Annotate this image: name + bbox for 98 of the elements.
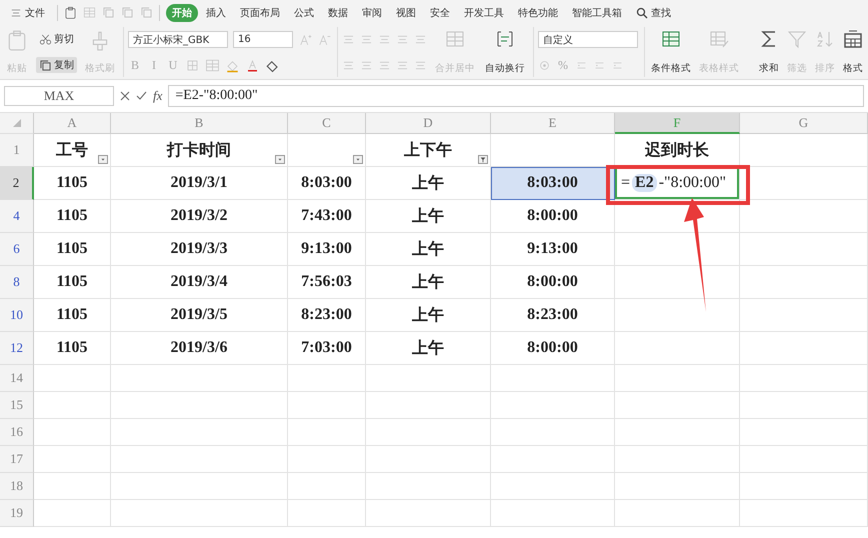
table-cell: 2019/3/1 bbox=[111, 167, 288, 200]
ribbon-tab[interactable]: 智能工具箱 bbox=[566, 4, 628, 22]
table-cell: 8:00:00 bbox=[491, 266, 615, 299]
ribbon-tab[interactable]: 开始 bbox=[166, 4, 198, 22]
table-cell: 8:00:00 bbox=[491, 200, 615, 233]
menu-icon[interactable] bbox=[10, 6, 22, 18]
row-header[interactable]: 2 bbox=[0, 167, 34, 200]
header-label: 迟到时长 bbox=[645, 140, 709, 160]
table-cell: 2019/3/2 bbox=[111, 200, 288, 233]
border-icon[interactable] bbox=[185, 58, 200, 73]
ribbon-tab[interactable]: 审阅 bbox=[356, 4, 388, 22]
ribbon-tab[interactable]: 安全 bbox=[424, 4, 456, 22]
scissors-icon[interactable] bbox=[39, 32, 52, 46]
row-header[interactable]: 12 bbox=[0, 332, 34, 365]
select-all-icon[interactable] bbox=[12, 119, 20, 127]
ribbon-tab[interactable]: 视图 bbox=[390, 4, 422, 22]
table-cell: 2019/3/3 bbox=[111, 233, 288, 266]
cancel-icon[interactable] bbox=[120, 91, 130, 101]
header-label: 工号 bbox=[56, 140, 88, 160]
copy-icon[interactable] bbox=[39, 58, 52, 72]
table-cell: 9:13:00 bbox=[491, 233, 615, 266]
conditional-button[interactable]: 条件格式 bbox=[649, 27, 693, 77]
table-cell: 8:00:00 bbox=[491, 332, 615, 365]
format-icon[interactable] bbox=[843, 29, 863, 49]
table-cell: 8:23:00 bbox=[491, 299, 615, 332]
table-cell: 2019/3/4 bbox=[111, 266, 288, 299]
row-header[interactable]: 17 bbox=[0, 446, 34, 473]
conditional-icon[interactable] bbox=[661, 29, 681, 49]
row-header[interactable]: 14 bbox=[0, 365, 34, 392]
table-cell: 上午 bbox=[366, 200, 491, 233]
row-header[interactable]: 6 bbox=[0, 233, 34, 266]
ribbon-tab[interactable]: 开发工具 bbox=[458, 4, 510, 22]
column-header[interactable]: E bbox=[491, 113, 615, 134]
row-header[interactable]: 1 bbox=[0, 134, 34, 167]
wrap-text-button[interactable]: 自动换行 bbox=[483, 27, 527, 77]
table-cell: 1105 bbox=[34, 200, 111, 233]
wrap-icon[interactable] bbox=[495, 29, 515, 49]
column-header[interactable]: D bbox=[366, 113, 491, 134]
table-cell: 7:43:00 bbox=[288, 200, 366, 233]
formula-field[interactable]: =E2-"8:00:00" bbox=[168, 85, 864, 107]
filter-dropdown-icon[interactable] bbox=[98, 155, 108, 164]
table-cell: 上午 bbox=[366, 299, 491, 332]
format-button[interactable]: 格式 bbox=[841, 27, 865, 77]
column-header[interactable]: B bbox=[111, 113, 288, 134]
column-header[interactable]: C bbox=[288, 113, 366, 134]
file-menu[interactable]: 文件 bbox=[4, 4, 51, 22]
table-cell: 2019/3/5 bbox=[111, 299, 288, 332]
row-header[interactable]: 4 bbox=[0, 200, 34, 233]
row-header[interactable]: 15 bbox=[0, 392, 34, 419]
eraser-icon[interactable] bbox=[265, 58, 280, 73]
header-label: 上下午 bbox=[404, 140, 452, 160]
number-format-field[interactable]: 自定义 bbox=[538, 31, 638, 48]
function-button[interactable]: fx bbox=[153, 88, 162, 104]
table-cell: 上午 bbox=[366, 266, 491, 299]
font-color-icon[interactable] bbox=[245, 58, 260, 73]
decrease-font-icon[interactable] bbox=[317, 32, 331, 46]
search-icon bbox=[636, 6, 648, 18]
ribbon-tab[interactable]: 公式 bbox=[288, 4, 320, 22]
copy-button[interactable]: 复制 bbox=[36, 57, 77, 73]
table-cell: 8:03:00 bbox=[491, 167, 615, 200]
row-header[interactable]: 8 bbox=[0, 266, 34, 299]
row-header[interactable]: 19 bbox=[0, 500, 34, 527]
cell-editor[interactable]: = E2 -"8:00:00" bbox=[615, 167, 739, 199]
row-header[interactable]: 18 bbox=[0, 473, 34, 500]
row-header[interactable]: 16 bbox=[0, 419, 34, 446]
filter-dropdown-icon[interactable] bbox=[275, 155, 285, 164]
ribbon-tab[interactable]: 插入 bbox=[200, 4, 232, 22]
table-cell: 7:56:03 bbox=[288, 266, 366, 299]
table-cell: 9:13:00 bbox=[288, 233, 366, 266]
font-size-field[interactable]: 16 bbox=[233, 31, 293, 48]
ribbon-tab[interactable]: 数据 bbox=[322, 4, 354, 22]
column-header[interactable]: G bbox=[740, 113, 868, 134]
filter-dropdown-icon[interactable] bbox=[353, 155, 363, 164]
ribbon-tab[interactable]: 页面布局 bbox=[234, 4, 286, 22]
table-cell: 8:23:00 bbox=[288, 299, 366, 332]
table-cell: 1105 bbox=[34, 266, 111, 299]
table-cell: 上午 bbox=[366, 233, 491, 266]
row-header[interactable]: 10 bbox=[0, 299, 34, 332]
name-box[interactable]: MAX bbox=[4, 86, 114, 106]
table-cell: 1105 bbox=[34, 332, 111, 365]
table-cell: 1105 bbox=[34, 233, 111, 266]
ribbon-tab[interactable]: 特色功能 bbox=[512, 4, 564, 22]
column-header[interactable]: A bbox=[34, 113, 111, 134]
search-button[interactable]: 查找 bbox=[630, 4, 677, 22]
header-label: 打卡时间 bbox=[167, 140, 231, 160]
table-cell: 1105 bbox=[34, 167, 111, 200]
table-cell: 2019/3/6 bbox=[111, 332, 288, 365]
font-name-field[interactable]: 方正小标宋_GBK bbox=[128, 31, 228, 48]
filter-applied-icon[interactable] bbox=[478, 155, 488, 164]
cell-style-icon[interactable] bbox=[205, 58, 220, 73]
cut-button[interactable]: 剪切 bbox=[36, 31, 77, 47]
table-cell: 1105 bbox=[34, 299, 111, 332]
check-icon[interactable] bbox=[136, 91, 147, 101]
table-cell: 8:03:00 bbox=[288, 167, 366, 200]
sum-button[interactable]: 求和 bbox=[757, 27, 781, 77]
increase-font-icon[interactable] bbox=[298, 32, 312, 46]
table-cell: 上午 bbox=[366, 332, 491, 365]
table-cell: 7:03:00 bbox=[288, 332, 366, 365]
